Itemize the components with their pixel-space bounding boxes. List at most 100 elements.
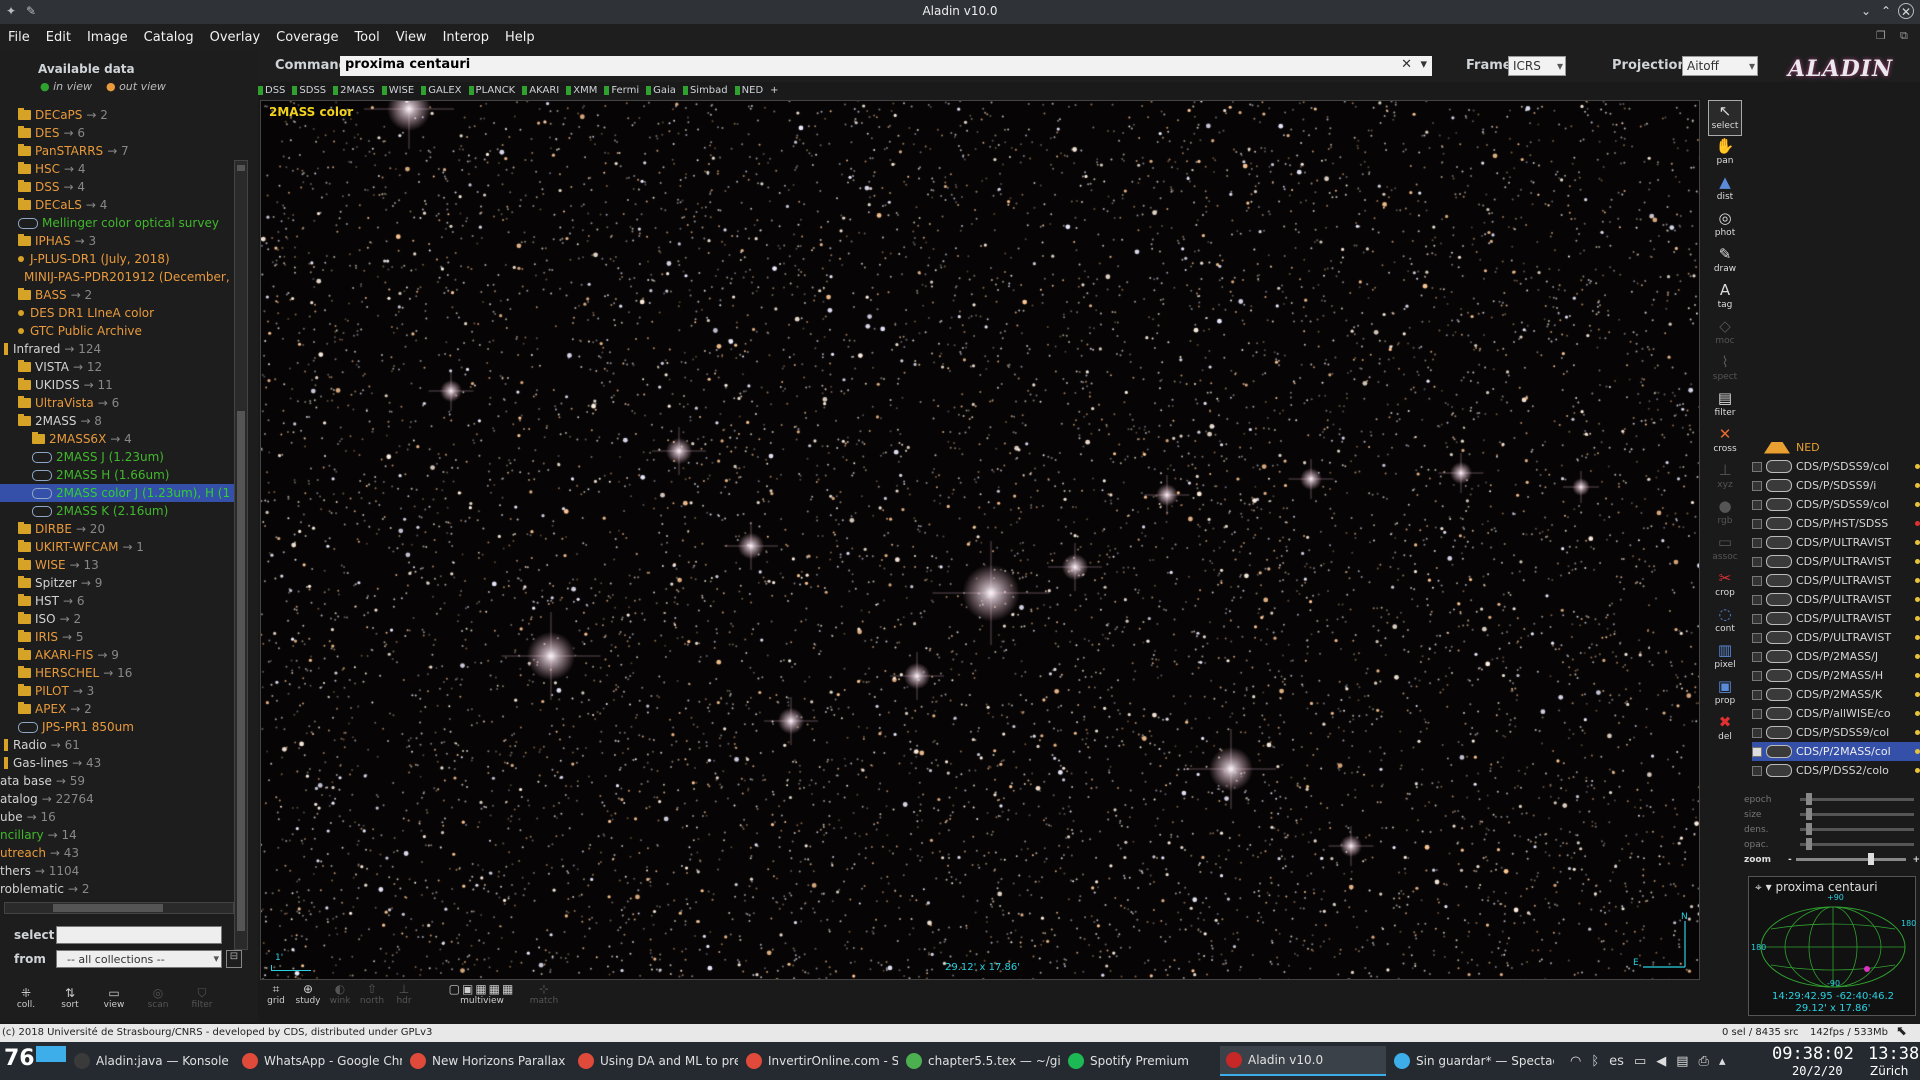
layer-eye-icon[interactable] bbox=[1766, 726, 1792, 739]
tree-row[interactable]: UKIDSS → 11 bbox=[0, 376, 236, 394]
survey-shortcut[interactable]: XMM bbox=[566, 85, 597, 96]
hscroll-thumb[interactable] bbox=[53, 904, 163, 912]
menu-edit[interactable]: Edit bbox=[38, 30, 79, 45]
sort-button[interactable]: ⇅ sort bbox=[54, 986, 86, 1010]
battery-icon[interactable]: ▭ bbox=[1634, 1054, 1646, 1069]
taskbar-task[interactable]: Spotify Premium bbox=[1062, 1046, 1218, 1076]
slider-knob[interactable] bbox=[1805, 793, 1812, 805]
survey-shortcut[interactable]: Fermi bbox=[604, 85, 639, 96]
filter-button[interactable]: ⛉ filter bbox=[186, 986, 218, 1010]
printer-icon[interactable]: ⎙ bbox=[1699, 1054, 1709, 1069]
command-input[interactable]: proxima centauri ✕ ▾ bbox=[340, 56, 1432, 76]
layer-item[interactable]: CDS/P/ULTRAVIST bbox=[1752, 533, 1920, 552]
layer-checkbox[interactable] bbox=[1752, 632, 1762, 643]
survey-shortcut[interactable]: NED bbox=[734, 85, 763, 96]
tree-row[interactable]: thers → 1104 bbox=[0, 862, 236, 880]
phot-tool[interactable]: ◎ phot bbox=[1708, 208, 1742, 244]
layer-eye-icon[interactable] bbox=[1766, 745, 1792, 758]
layer-checkbox[interactable] bbox=[1752, 727, 1762, 738]
layer-item[interactable]: CDS/P/ULTRAVIST bbox=[1752, 552, 1920, 571]
tree-row[interactable]: APEX → 2 bbox=[0, 700, 236, 718]
tree-scrollbar[interactable] bbox=[234, 160, 248, 950]
ned-layer[interactable]: NED bbox=[1752, 438, 1920, 457]
collections-select[interactable]: -- all collections -- ▾ bbox=[56, 950, 222, 968]
opac.-slider[interactable] bbox=[1800, 838, 1914, 850]
tree-row[interactable]: DSS → 4 bbox=[0, 178, 236, 196]
tree-row[interactable]: 2MASS H (1.66um) bbox=[0, 466, 236, 484]
tree-row[interactable]: GTC Public Archive bbox=[0, 322, 236, 340]
restore-icon[interactable]: ❐ bbox=[1876, 29, 1886, 42]
menu-interop[interactable]: Interop bbox=[435, 30, 497, 45]
layer-item[interactable]: CDS/P/2MASS/J bbox=[1752, 647, 1920, 666]
layer-eye-icon[interactable] bbox=[1766, 688, 1792, 701]
slider-knob[interactable] bbox=[1805, 823, 1812, 835]
taskbar-task[interactable]: New Horizons Parallax Pr... bbox=[404, 1046, 570, 1076]
layer-eye-icon[interactable] bbox=[1766, 536, 1792, 549]
tree-row[interactable]: DIRBE → 20 bbox=[0, 520, 236, 538]
survey-shortcut[interactable]: DSS bbox=[258, 85, 285, 96]
layer-item[interactable]: CDS/P/ULTRAVIST bbox=[1752, 590, 1920, 609]
tree-row[interactable]: Mellinger color optical survey bbox=[0, 214, 236, 232]
tree-row[interactable]: UKIRT-WFCAM → 1 bbox=[0, 538, 236, 556]
tree-row[interactable]: MINIJ-PAS-PDR201912 (December, 2 bbox=[0, 268, 236, 286]
tree-row[interactable]: HST → 6 bbox=[0, 592, 236, 610]
layer-eye-icon[interactable] bbox=[1766, 593, 1792, 606]
tree-row[interactable]: Infrared → 124 bbox=[0, 340, 236, 358]
prop-tool[interactable]: ▣ prop bbox=[1708, 676, 1742, 712]
tree-row[interactable]: roblematic → 2 bbox=[0, 880, 236, 898]
close-icon[interactable]: ✕ bbox=[1898, 3, 1914, 19]
tree-row[interactable]: 2MASS K (2.16um) bbox=[0, 502, 236, 520]
layer-checkbox[interactable] bbox=[1752, 708, 1762, 719]
layer-eye-icon[interactable] bbox=[1766, 707, 1792, 720]
tree-row[interactable]: PanSTARRS → 7 bbox=[0, 142, 236, 160]
taskbar-task[interactable]: Using DA and ML to predi... bbox=[572, 1046, 738, 1076]
volume-icon[interactable]: ◀ bbox=[1656, 1054, 1666, 1069]
layer-checkbox[interactable] bbox=[1752, 765, 1762, 776]
filter-tool[interactable]: ▤ filter bbox=[1708, 388, 1742, 424]
tree-row[interactable]: UltraVista → 6 bbox=[0, 394, 236, 412]
tree-row[interactable]: 2MASS6X → 4 bbox=[0, 430, 236, 448]
tree-row[interactable]: JPS-PR1 850um bbox=[0, 718, 236, 736]
layer-eye-icon[interactable] bbox=[1766, 764, 1792, 777]
layer-item[interactable]: CDS/P/SDSS9/col bbox=[1752, 723, 1920, 742]
tree-hscrollbar[interactable] bbox=[4, 902, 234, 914]
layer-checkbox[interactable] bbox=[1752, 480, 1762, 491]
cross-tool[interactable]: ✕ cross bbox=[1708, 424, 1742, 460]
slider-knob[interactable] bbox=[1805, 838, 1812, 850]
menu-help[interactable]: Help bbox=[497, 30, 543, 45]
tree-row[interactable]: ISO → 2 bbox=[0, 610, 236, 628]
study-button[interactable]: ⊕ study bbox=[292, 982, 324, 1006]
layer-item[interactable]: CDS/P/HST/SDSS bbox=[1752, 514, 1920, 533]
tree-row[interactable]: HERSCHEL → 16 bbox=[0, 664, 236, 682]
layer-item[interactable]: CDS/P/allWISE/co bbox=[1752, 704, 1920, 723]
tree-row[interactable]: 2MASS J (1.23um) bbox=[0, 448, 236, 466]
zoom-knob[interactable] bbox=[1867, 853, 1874, 865]
layer-checkbox[interactable] bbox=[1752, 575, 1762, 586]
draw-tool[interactable]: ✎ draw bbox=[1708, 244, 1742, 280]
survey-shortcut[interactable]: AKARI bbox=[522, 85, 559, 96]
survey-shortcut[interactable]: GALEX bbox=[421, 85, 462, 96]
survey-shortcut[interactable]: Gaia bbox=[646, 85, 676, 96]
hdr-button[interactable]: ⊥ hdr bbox=[388, 982, 420, 1006]
tree-row[interactable]: atalog → 22764 bbox=[0, 790, 236, 808]
frame-select[interactable]: ICRS ▾ bbox=[1508, 56, 1566, 76]
tag-tool[interactable]: Atag bbox=[1708, 280, 1742, 316]
select-input[interactable] bbox=[56, 926, 222, 944]
tree-row[interactable]: ube → 16 bbox=[0, 808, 236, 826]
detach-icon[interactable]: ⧉ bbox=[1900, 29, 1908, 43]
taskbar-task[interactable]: chapter5.5.tex — ~/git/te... bbox=[900, 1046, 1060, 1076]
survey-shortcut[interactable]: SDSS bbox=[292, 85, 326, 96]
survey-shortcut[interactable]: WISE bbox=[381, 85, 414, 96]
north-button[interactable]: ⇧ north bbox=[356, 982, 388, 1006]
maximize-icon[interactable]: ⌃ bbox=[1878, 3, 1894, 19]
layer-eye-icon[interactable] bbox=[1766, 555, 1792, 568]
cont-tool[interactable]: ◌ cont bbox=[1708, 604, 1742, 640]
scroll-up-icon[interactable] bbox=[237, 165, 245, 171]
taskbar-task[interactable]: WhatsApp - Google Chro... bbox=[236, 1046, 402, 1076]
layer-checkbox[interactable] bbox=[1752, 746, 1762, 757]
layer-checkbox[interactable] bbox=[1752, 518, 1762, 529]
moc-tool[interactable]: ◇ moc bbox=[1708, 316, 1742, 352]
layer-checkbox[interactable] bbox=[1752, 594, 1762, 605]
tree-row[interactable]: WISE → 13 bbox=[0, 556, 236, 574]
layer-checkbox[interactable] bbox=[1752, 537, 1762, 548]
